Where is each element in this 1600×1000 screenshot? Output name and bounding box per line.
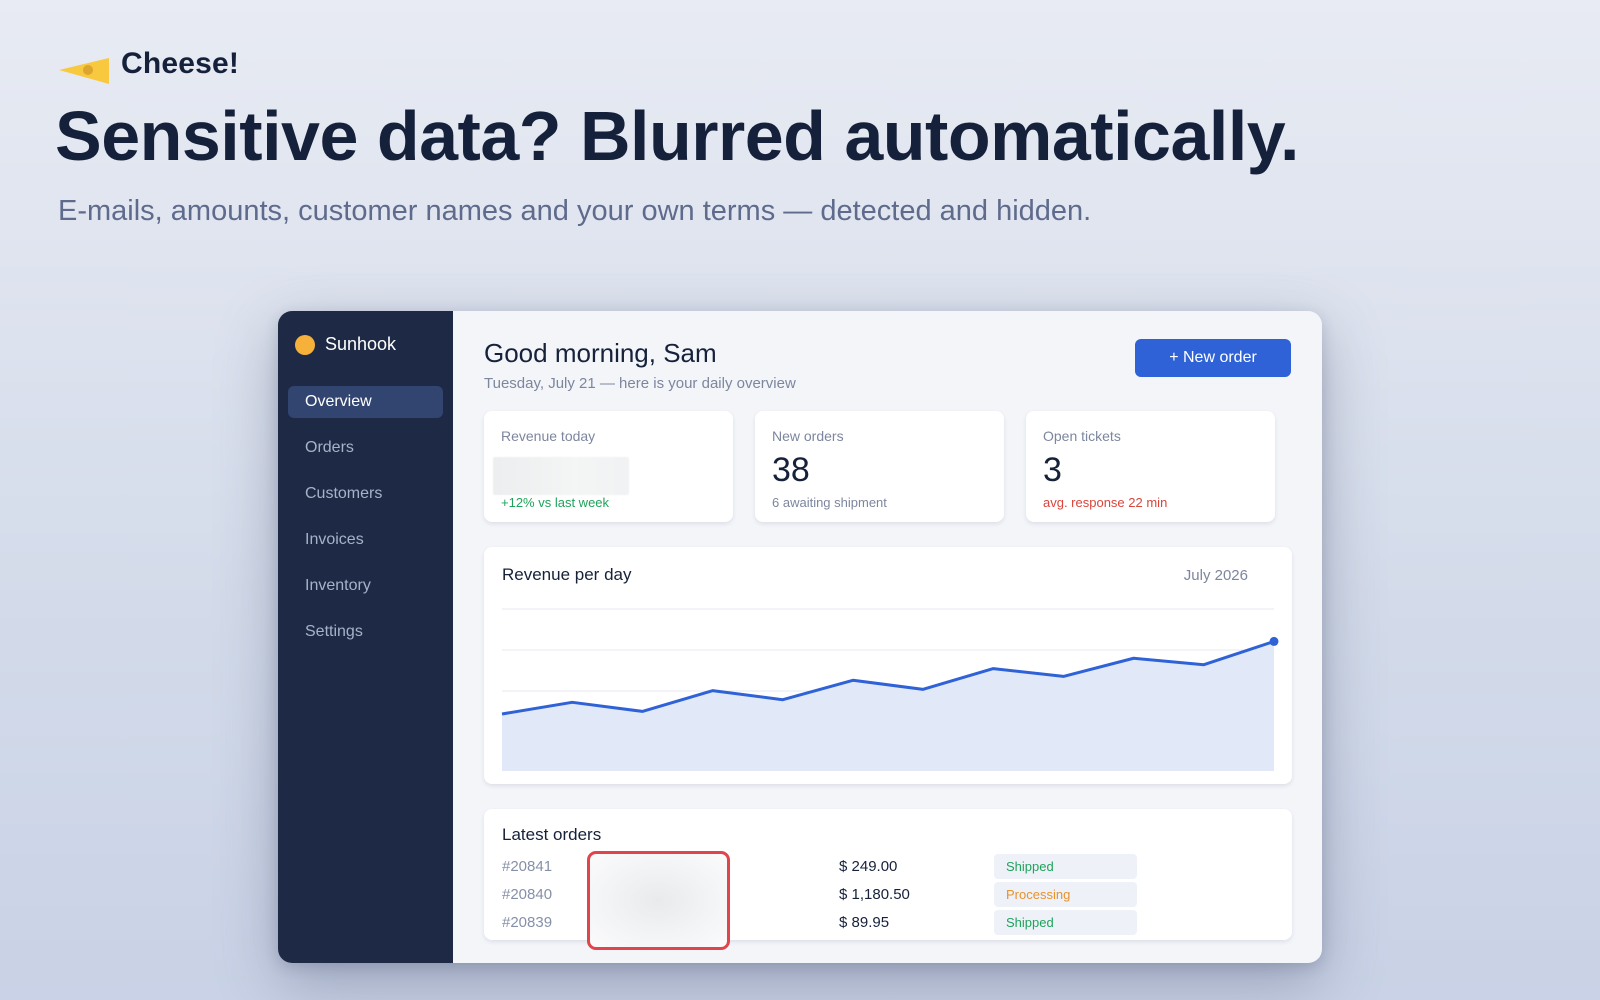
new-order-button[interactable]: + New order	[1135, 339, 1291, 377]
sidebar-item-customers[interactable]: Customers	[288, 478, 443, 510]
app-logo: Sunhook	[295, 334, 396, 355]
chart-period[interactable]: July 2026	[1184, 567, 1248, 584]
sidebar-item-inventory[interactable]: Inventory	[288, 570, 443, 602]
brand: Cheese!	[57, 44, 239, 84]
date-line: Tuesday, July 21 — here is your daily ov…	[484, 375, 796, 392]
revenue-chart-card: Revenue per day July 2026	[484, 547, 1292, 784]
status-badge: Shipped	[994, 910, 1137, 935]
chart-title: Revenue per day	[502, 565, 632, 584]
order-id: #20841	[502, 858, 553, 875]
stat-label: Open tickets	[1043, 428, 1121, 444]
stat-note: avg. response 22 min	[1043, 495, 1168, 510]
order-id: #20839	[502, 914, 553, 931]
cheese-wedge-icon	[57, 44, 111, 84]
stat-note: +12% vs last week	[501, 495, 610, 510]
app-window: Sunhook Overview Orders Customers Invoic…	[278, 311, 1322, 963]
status-badge: Shipped	[994, 854, 1137, 879]
blurred-value	[493, 457, 629, 495]
stat-note: 6 awaiting shipment	[772, 495, 887, 510]
stat-label: New orders	[772, 428, 844, 444]
sidebar: Sunhook Overview Orders Customers Invoic…	[278, 311, 453, 963]
status-badge: Processing	[994, 882, 1137, 907]
latest-orders-card: Latest orders #20841 $ 249.00 Shipped #2…	[484, 809, 1292, 950]
data-point	[1269, 636, 1279, 646]
sidebar-item-overview[interactable]: Overview	[288, 386, 443, 418]
stat-card-open-tickets: Open tickets 3 avg. response 22 min	[1026, 411, 1275, 522]
stat-card-revenue: Revenue today +12% vs last week	[484, 411, 733, 522]
stat-label: Revenue today	[501, 428, 596, 444]
order-amount: $ 89.95	[839, 914, 890, 931]
sidebar-nav: Overview Orders Customers Invoices Inven…	[288, 386, 443, 662]
order-amount: $ 1,180.50	[839, 886, 910, 903]
greeting: Good morning, Sam	[484, 338, 717, 368]
brand-name: Cheese!	[121, 47, 240, 80]
sun-icon	[295, 334, 315, 355]
app-name: Sunhook	[325, 334, 397, 354]
stat-value: 38	[772, 451, 810, 489]
blurred-customer-names	[587, 851, 730, 950]
main-content: Good morning, Sam Tuesday, July 21 — her…	[453, 311, 1322, 963]
order-amount: $ 249.00	[839, 858, 898, 875]
orders-title: Latest orders	[502, 825, 602, 844]
sidebar-item-orders[interactable]: Orders	[288, 432, 443, 464]
order-id: #20840	[502, 886, 553, 903]
sidebar-item-settings[interactable]: Settings	[288, 616, 443, 648]
sidebar-item-invoices[interactable]: Invoices	[288, 524, 443, 556]
stat-value: 3	[1043, 451, 1062, 489]
stat-card-new-orders: New orders 38 6 awaiting shipment	[755, 411, 1004, 522]
hero-subtitle: E-mails, amounts, customer names and you…	[58, 195, 1092, 227]
hero-title: Sensitive data? Blurred automatically.	[55, 97, 1299, 175]
